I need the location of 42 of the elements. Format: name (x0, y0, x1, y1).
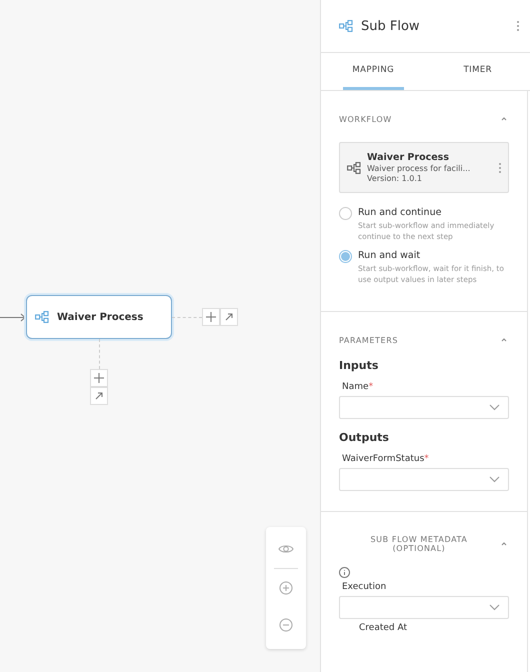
field-label: WaiverFormStatus* (342, 454, 430, 464)
diagonal-arrow-icon (95, 392, 103, 400)
section-title: PARAMETERS (339, 336, 398, 344)
section-title: SUB FLOW METADATA (OPTIONAL) (370, 535, 468, 553)
field-label: Execution (342, 582, 388, 592)
more-icon[interactable] (498, 162, 502, 174)
diagonal-arrow-icon (225, 313, 233, 321)
radio-button[interactable] (339, 207, 352, 220)
group-title: Outputs (339, 431, 390, 444)
add-button[interactable] (90, 369, 108, 387)
field-label: Created At (359, 623, 408, 633)
workflow-version: Version: 1.0.1 (367, 174, 424, 183)
select-field[interactable] (339, 468, 509, 491)
chevron-down-icon (489, 404, 500, 411)
node-title: Waiver Process (57, 312, 144, 322)
chevron-down-icon (489, 604, 500, 611)
flow-node[interactable]: Waiver Process (26, 295, 172, 339)
add-button[interactable] (202, 308, 220, 326)
field-label: Name* (342, 382, 374, 392)
more-icon[interactable] (516, 20, 520, 32)
subflow-icon (347, 162, 361, 174)
chevron-down-icon (489, 476, 500, 483)
connector-arrow (0, 313, 26, 322)
tab[interactable]: MAPPING (343, 53, 404, 90)
plus-icon (94, 373, 104, 383)
tab[interactable]: TIMER (448, 53, 508, 90)
workflow-name: Waiver Process (367, 152, 450, 163)
workflow-description: Waiver process for facili... (367, 164, 472, 173)
option-label: Run and continue (358, 207, 442, 218)
group-title: Inputs (339, 359, 380, 372)
workflow-card[interactable]: Waiver Process Waiver process for facili... Version: 1.0.1 (339, 142, 509, 193)
select-field[interactable] (339, 596, 509, 619)
select-field[interactable] (339, 396, 509, 419)
section-title: WORKFLOW (339, 114, 392, 124)
panel-title: Sub Flow (361, 18, 421, 34)
link-button[interactable] (90, 387, 108, 405)
radio-button[interactable] (339, 250, 352, 263)
subflow-icon (339, 20, 353, 32)
link-button[interactable] (220, 308, 238, 326)
subflow-icon (35, 311, 49, 323)
plus-icon (206, 312, 216, 322)
option-label: Run and wait (358, 250, 422, 261)
